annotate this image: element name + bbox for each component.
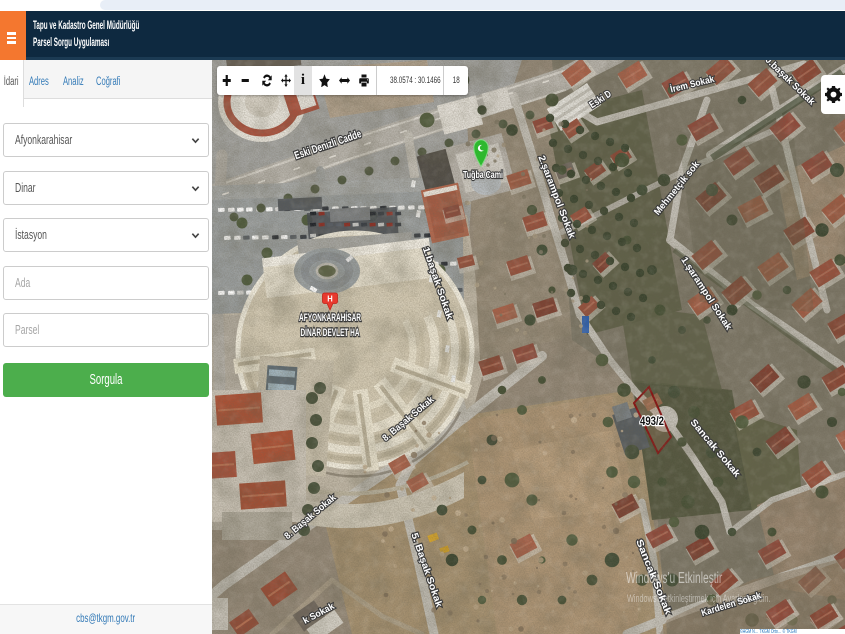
svg-text:493/2: 493/2 [640,414,664,428]
svg-text:Tuğba Cami: Tuğba Cami [463,169,503,181]
svg-text:AFYONKARAHİSAR: AFYONKARAHİSAR [299,311,361,324]
svg-text:DİNAR DEVLET HA: DİNAR DEVLET HA [301,326,360,339]
svg-text:H: H [327,293,333,303]
